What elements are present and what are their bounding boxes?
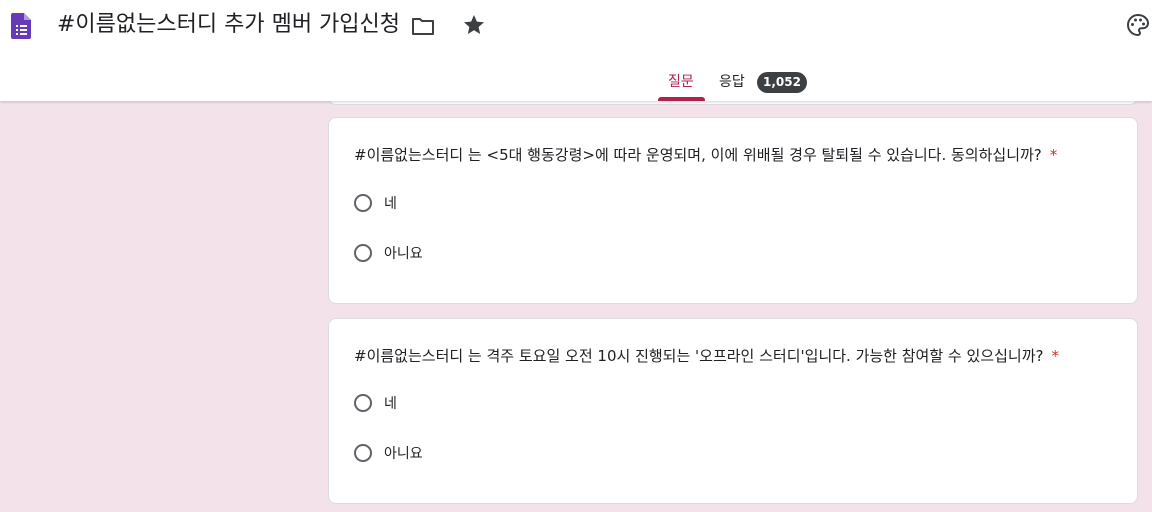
palette-icon[interactable] — [1126, 13, 1150, 37]
responses-count-badge: 1,052 — [757, 72, 807, 93]
radio-option[interactable]: 아니요 — [354, 441, 423, 465]
radio-button[interactable] — [354, 394, 372, 412]
tab-responses[interactable]: 응답 — [719, 72, 745, 92]
active-tab-indicator — [658, 97, 705, 101]
radio-option[interactable]: 아니요 — [354, 241, 423, 265]
option-label: 아니요 — [384, 446, 423, 462]
question-title: #이름없는스터디 는 <5대 행동강령>에 따라 운영되며, 이에 위배될 경우… — [354, 144, 1057, 166]
star-icon[interactable] — [462, 13, 486, 37]
question-title: #이름없는스터디 는 격주 토요일 오전 10시 진행되는 '오프라인 스터디'… — [354, 345, 1059, 367]
question-card[interactable]: #이름없는스터디 는 격주 토요일 오전 10시 진행되는 '오프라인 스터디'… — [328, 318, 1138, 504]
required-asterisk: * — [1051, 347, 1059, 365]
option-label: 네 — [384, 396, 397, 412]
radio-button[interactable] — [354, 194, 372, 212]
form-editor-page: #이름없는스터디 추가 멤버 가입신청 질문 응답 1,052 #이름없는스터디… — [0, 0, 1152, 512]
document-icon[interactable] — [11, 13, 31, 39]
radio-option[interactable]: 네 — [354, 391, 397, 415]
question-title-text: #이름없는스터디 는 격주 토요일 오전 10시 진행되는 '오프라인 스터디'… — [354, 347, 1044, 365]
form-title[interactable]: #이름없는스터디 추가 멤버 가입신청 — [57, 9, 400, 41]
question-card[interactable]: #이름없는스터디 는 <5대 행동강령>에 따라 운영되며, 이에 위배될 경우… — [328, 117, 1138, 304]
required-asterisk: * — [1049, 146, 1058, 164]
radio-button[interactable] — [354, 444, 372, 462]
folder-icon[interactable] — [411, 14, 435, 38]
question-title-text: #이름없는스터디 는 <5대 행동강령>에 따라 운영되며, 이에 위배될 경우… — [354, 146, 1042, 164]
radio-button[interactable] — [354, 244, 372, 262]
form-header: #이름없는스터디 추가 멤버 가입신청 질문 응답 1,052 — [0, 0, 1152, 101]
option-label: 네 — [384, 196, 397, 212]
tab-questions[interactable]: 질문 — [668, 72, 694, 92]
radio-option[interactable]: 네 — [354, 191, 397, 215]
option-label: 아니요 — [384, 246, 423, 262]
